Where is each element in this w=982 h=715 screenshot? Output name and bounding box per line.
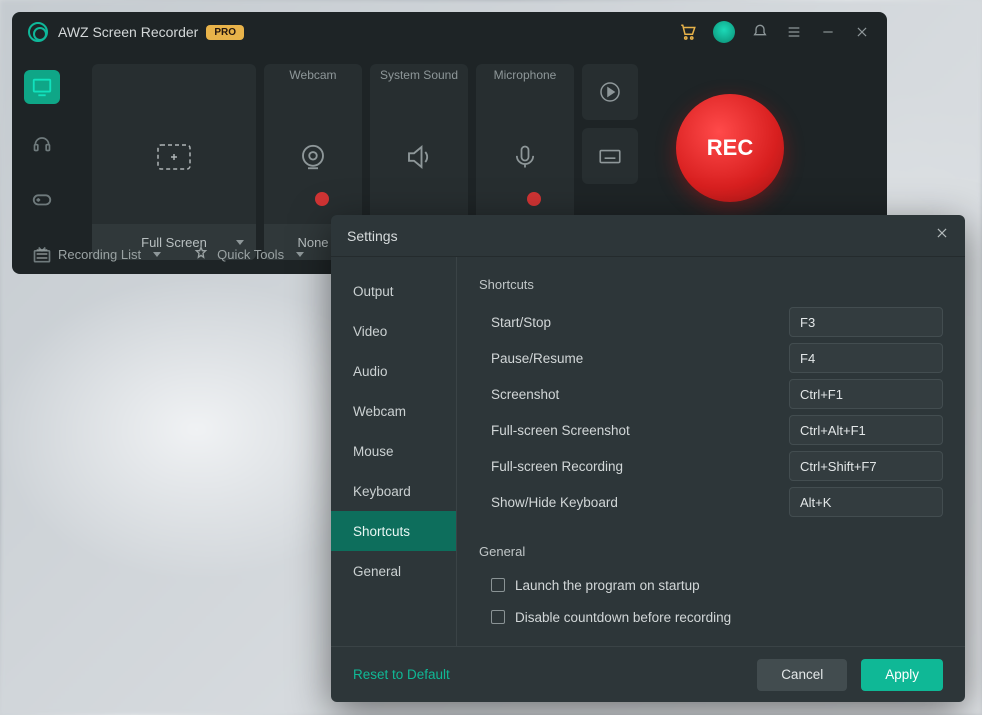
- app-title: AWZ Screen Recorder: [58, 24, 198, 40]
- quick-tools-menu[interactable]: Quick Tools: [193, 246, 304, 262]
- checkbox-launch-startup[interactable]: [491, 578, 505, 592]
- row-fullscreen-recording: Full-screen Recording: [479, 448, 943, 484]
- record-button[interactable]: REC: [676, 94, 784, 202]
- row-screenshot: Screenshot: [479, 376, 943, 412]
- input-screenshot[interactable]: [789, 379, 943, 409]
- avatar[interactable]: [713, 21, 735, 43]
- webcam-icon[interactable]: [264, 90, 362, 224]
- mic-icon[interactable]: [476, 90, 574, 224]
- checkbox-disable-countdown[interactable]: [491, 610, 505, 624]
- general-heading: General: [479, 544, 943, 559]
- input-pause-resume[interactable]: [789, 343, 943, 373]
- rail-game[interactable]: [24, 182, 60, 216]
- cancel-button[interactable]: Cancel: [757, 659, 847, 691]
- nav-mouse[interactable]: Mouse: [331, 431, 456, 471]
- nav-video[interactable]: Video: [331, 311, 456, 351]
- check-disable-countdown: Disable countdown before recording: [479, 601, 943, 633]
- disabled-badge-icon: [315, 192, 329, 206]
- record-label: REC: [707, 135, 753, 161]
- input-fs-screenshot[interactable]: [789, 415, 943, 445]
- menu-icon[interactable]: [785, 23, 803, 41]
- input-show-keyboard[interactable]: [789, 487, 943, 517]
- cursor-toggle[interactable]: [582, 64, 638, 120]
- nav-keyboard[interactable]: Keyboard: [331, 471, 456, 511]
- settings-dialog: Settings Output Video Audio Webcam Mouse…: [331, 215, 965, 702]
- mic-header: Microphone: [476, 64, 574, 90]
- webcam-header: Webcam: [264, 64, 362, 90]
- bell-icon[interactable]: [751, 23, 769, 41]
- nav-general[interactable]: General: [331, 551, 456, 591]
- shortcuts-heading: Shortcuts: [479, 277, 943, 292]
- region-select-icon[interactable]: [92, 90, 256, 224]
- rail-screen[interactable]: [24, 70, 60, 104]
- titlebar: AWZ Screen Recorder PRO: [12, 12, 887, 52]
- row-pause-resume: Pause/Resume: [479, 340, 943, 376]
- nav-webcam[interactable]: Webcam: [331, 391, 456, 431]
- sound-header: System Sound: [370, 64, 468, 90]
- row-fullscreen-screenshot: Full-screen Screenshot: [479, 412, 943, 448]
- input-fs-recording[interactable]: [789, 451, 943, 481]
- nav-audio[interactable]: Audio: [331, 351, 456, 391]
- app-logo-icon: [28, 22, 48, 42]
- minimize-icon[interactable]: [819, 23, 837, 41]
- keyboard-toggle[interactable]: [582, 128, 638, 184]
- settings-nav: Output Video Audio Webcam Mouse Keyboard…: [331, 257, 457, 646]
- nav-output[interactable]: Output: [331, 271, 456, 311]
- pro-badge: PRO: [206, 25, 244, 40]
- rail-audio[interactable]: [24, 126, 60, 160]
- close-icon[interactable]: [853, 23, 871, 41]
- settings-close-icon[interactable]: [935, 226, 949, 245]
- check-launch-startup: Launch the program on startup: [479, 569, 943, 601]
- reset-default-link[interactable]: Reset to Default: [353, 667, 450, 682]
- tile-screen: Full Screen: [92, 64, 256, 260]
- settings-title-text: Settings: [347, 228, 398, 244]
- row-start-stop: Start/Stop: [479, 304, 943, 340]
- nav-shortcuts[interactable]: Shortcuts: [331, 511, 456, 551]
- disabled-badge-icon: [527, 192, 541, 206]
- settings-content: Shortcuts Start/Stop Pause/Resume Screen…: [457, 257, 965, 646]
- settings-titlebar: Settings: [331, 215, 965, 257]
- apply-button[interactable]: Apply: [861, 659, 943, 691]
- settings-footer: Reset to Default Cancel Apply: [331, 646, 965, 702]
- speaker-icon[interactable]: [370, 90, 468, 224]
- row-show-keyboard: Show/Hide Keyboard: [479, 484, 943, 520]
- cart-icon[interactable]: [679, 23, 697, 41]
- input-start-stop[interactable]: [789, 307, 943, 337]
- recording-list-menu[interactable]: Recording List: [34, 246, 161, 262]
